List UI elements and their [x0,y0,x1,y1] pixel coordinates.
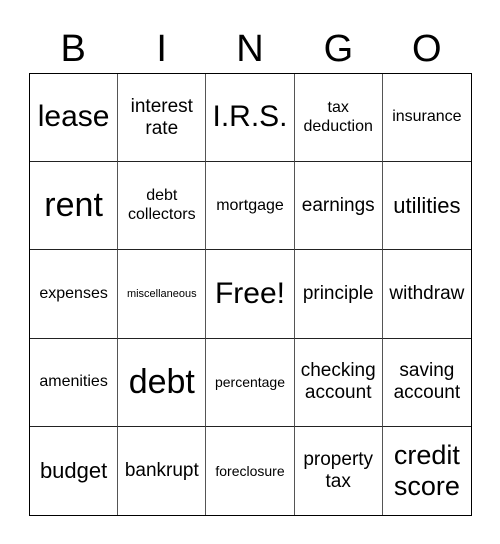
bingo-cell: budget [30,426,119,515]
bingo-cell: saving account [382,339,471,427]
bingo-cell: mortgage [206,162,295,251]
header-letter-i: I [156,28,167,70]
bingo-cell: interest rate [118,74,207,163]
bingo-cell: debt [118,338,207,427]
bingo-cell: earnings [294,162,383,251]
bingo-cell: checking account [294,338,383,427]
bingo-cell: debt collectors [118,162,207,251]
bingo-cell: percentage [206,338,295,427]
bingo-cell: bankrupt [118,426,207,515]
bingo-cell: amenities [30,338,119,427]
bingo-cell: expenses [30,250,119,339]
bingo-cell: withdraw [382,250,471,339]
bingo-cell: lease [30,74,119,163]
header-letter-o: O [412,28,442,70]
bingo-cell: I.R.S. [206,74,295,163]
bingo-cell: tax deduction [294,74,383,163]
bingo-cell: insurance [382,74,471,163]
header-letter-b: B [60,28,86,70]
bingo-cell: credit score [393,439,460,501]
bingo-cell: property tax [295,426,383,515]
bingo-cell: utilities [382,162,471,251]
header-letter-g: G [323,28,354,70]
free-space: Free! [206,250,295,339]
bingo-cell: principle [294,250,383,339]
header-letter-n: N [236,28,264,70]
bingo-header: B I N G O [29,26,471,72]
bingo-cell: rent [30,162,119,251]
bingo-cell: miscellaneous [118,250,207,339]
bingo-card: lease interest rate I.R.S. tax deduction… [29,73,472,516]
bingo-cell: foreclosure [206,426,295,515]
